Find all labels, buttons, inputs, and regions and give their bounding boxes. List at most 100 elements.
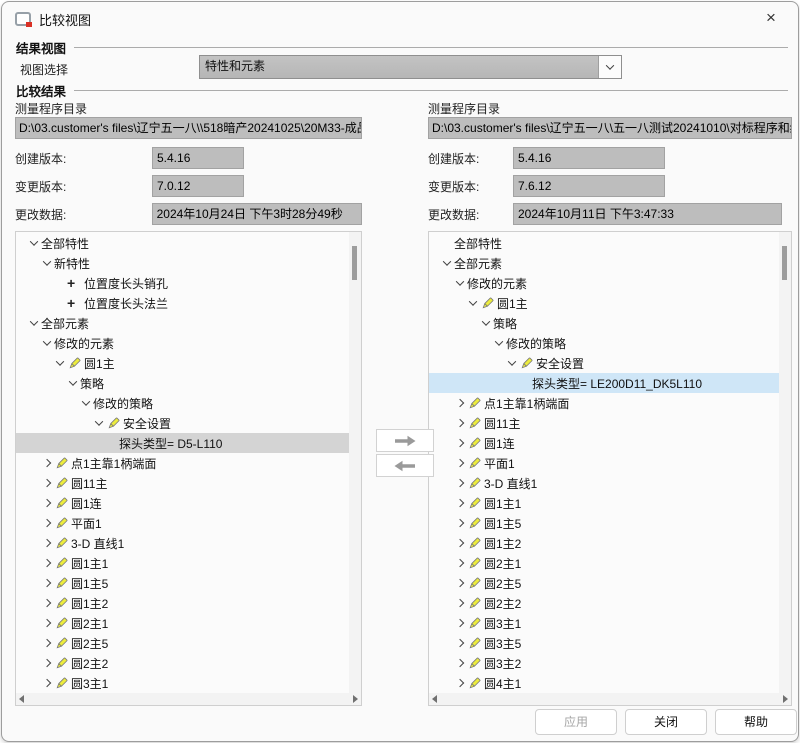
tree-node[interactable]: 圆3主2	[429, 653, 779, 673]
collapse-icon[interactable]	[65, 380, 80, 386]
left-tree-vertical-scrollbar[interactable]	[349, 232, 361, 693]
help-button[interactable]: 帮助	[715, 709, 797, 735]
tree-node[interactable]: 圆2主5	[16, 633, 349, 653]
tree-node[interactable]: 探头类型= D5-L110	[16, 433, 349, 453]
tree-node[interactable]: 圆2主2	[16, 653, 349, 673]
tree-node[interactable]: 圆1主5	[429, 513, 779, 533]
collapse-icon[interactable]	[26, 320, 41, 326]
right-tree-horizontal-scrollbar[interactable]	[429, 693, 791, 705]
tree-node[interactable]: 平面1	[16, 513, 349, 533]
expand-icon[interactable]	[39, 680, 54, 686]
expand-icon[interactable]	[39, 600, 54, 606]
tree-node[interactable]: 圆2主2	[429, 593, 779, 613]
tree-node[interactable]: +位置度长头法兰	[16, 293, 349, 313]
tree-node[interactable]: 圆2主1	[16, 613, 349, 633]
expand-icon[interactable]	[452, 580, 467, 586]
collapse-icon[interactable]	[52, 360, 67, 366]
tree-node[interactable]: 圆1连	[429, 433, 779, 453]
scroll-left-arrow-icon[interactable]	[432, 695, 437, 703]
scroll-right-arrow-icon[interactable]	[353, 695, 358, 703]
expand-icon[interactable]	[452, 400, 467, 406]
right-tree-vertical-scrollbar[interactable]	[779, 232, 791, 693]
expand-icon[interactable]	[452, 680, 467, 686]
tree-node[interactable]: 圆1主2	[429, 533, 779, 553]
expand-icon[interactable]	[452, 620, 467, 626]
collapse-icon[interactable]	[91, 420, 106, 426]
tree-node[interactable]: 策略	[429, 313, 779, 333]
expand-icon[interactable]	[452, 660, 467, 666]
expand-icon[interactable]	[452, 460, 467, 466]
tree-node[interactable]: 全部元素	[429, 253, 779, 273]
collapse-icon[interactable]	[504, 360, 519, 366]
tree-node[interactable]: 探头类型= LE200D11_DK5L110	[429, 373, 779, 393]
tree-node[interactable]: 圆1连	[16, 493, 349, 513]
tree-node[interactable]: 圆2主1	[429, 553, 779, 573]
collapse-icon[interactable]	[39, 260, 54, 266]
collapse-icon[interactable]	[39, 340, 54, 346]
collapse-icon[interactable]	[465, 300, 480, 306]
tree-node[interactable]: 圆4主1	[429, 673, 779, 693]
tree-node[interactable]: 修改的元素	[429, 273, 779, 293]
tree-node[interactable]: 安全设置	[429, 353, 779, 373]
tree-node[interactable]: 安全设置	[16, 413, 349, 433]
expand-icon[interactable]	[39, 620, 54, 626]
view-select-dropdown[interactable]: 特性和元素	[199, 55, 622, 79]
collapse-icon[interactable]	[26, 240, 41, 246]
tree-node[interactable]: 修改的策略	[429, 333, 779, 353]
tree-node[interactable]: 修改的策略	[16, 393, 349, 413]
dropdown-button[interactable]	[598, 56, 621, 78]
tree-node[interactable]: 圆1主	[16, 353, 349, 373]
collapse-icon[interactable]	[78, 400, 93, 406]
tree-node[interactable]: 新特性	[16, 253, 349, 273]
expand-icon[interactable]	[39, 540, 54, 546]
tree-node[interactable]: 圆1主1	[16, 553, 349, 573]
close-icon[interactable]: ×	[756, 6, 786, 30]
tree-node[interactable]: 3-D 直线1	[16, 533, 349, 553]
collapse-icon[interactable]	[452, 280, 467, 286]
tree-node[interactable]: 平面1	[429, 453, 779, 473]
copy-to-left-button[interactable]	[376, 454, 434, 477]
expand-icon[interactable]	[39, 580, 54, 586]
tree-node[interactable]: 圆3主1	[16, 673, 349, 693]
expand-icon[interactable]	[452, 420, 467, 426]
expand-icon[interactable]	[452, 560, 467, 566]
tree-node[interactable]: 圆11主	[16, 473, 349, 493]
scroll-left-arrow-icon[interactable]	[19, 695, 24, 703]
collapse-icon[interactable]	[491, 340, 506, 346]
expand-icon[interactable]	[39, 500, 54, 506]
tree-node[interactable]: 全部特性	[429, 233, 779, 253]
expand-icon[interactable]	[452, 540, 467, 546]
tree-node[interactable]: 全部元素	[16, 313, 349, 333]
tree-node[interactable]: 圆3主5	[429, 633, 779, 653]
tree-node[interactable]: 圆11主	[429, 413, 779, 433]
tree-node[interactable]: 点1主靠1柄端面	[429, 393, 779, 413]
tree-node[interactable]: 点1主靠1柄端面	[16, 453, 349, 473]
tree-node[interactable]: 圆1主2	[16, 593, 349, 613]
tree-node[interactable]: 3-D 直线1	[429, 473, 779, 493]
collapse-icon[interactable]	[439, 260, 454, 266]
expand-icon[interactable]	[452, 640, 467, 646]
apply-button[interactable]: 应用	[535, 709, 617, 735]
collapse-icon[interactable]	[478, 320, 493, 326]
scroll-right-arrow-icon[interactable]	[783, 695, 788, 703]
vertical-scrollbar-thumb[interactable]	[782, 246, 787, 280]
expand-icon[interactable]	[39, 520, 54, 526]
tree-node[interactable]: 策略	[16, 373, 349, 393]
expand-icon[interactable]	[452, 440, 467, 446]
tree-node[interactable]: 圆2主5	[429, 573, 779, 593]
expand-icon[interactable]	[452, 500, 467, 506]
expand-icon[interactable]	[39, 560, 54, 566]
close-button[interactable]: 关闭	[625, 709, 707, 735]
expand-icon[interactable]	[39, 480, 54, 486]
tree-node[interactable]: 圆1主5	[16, 573, 349, 593]
tree-node[interactable]: 全部特性	[16, 233, 349, 253]
copy-to-right-button[interactable]	[376, 429, 434, 452]
vertical-scrollbar-thumb[interactable]	[352, 246, 357, 280]
expand-icon[interactable]	[452, 600, 467, 606]
expand-icon[interactable]	[452, 520, 467, 526]
left-tree-horizontal-scrollbar[interactable]	[16, 693, 361, 705]
expand-icon[interactable]	[39, 640, 54, 646]
expand-icon[interactable]	[39, 460, 54, 466]
expand-icon[interactable]	[39, 660, 54, 666]
expand-icon[interactable]	[452, 480, 467, 486]
